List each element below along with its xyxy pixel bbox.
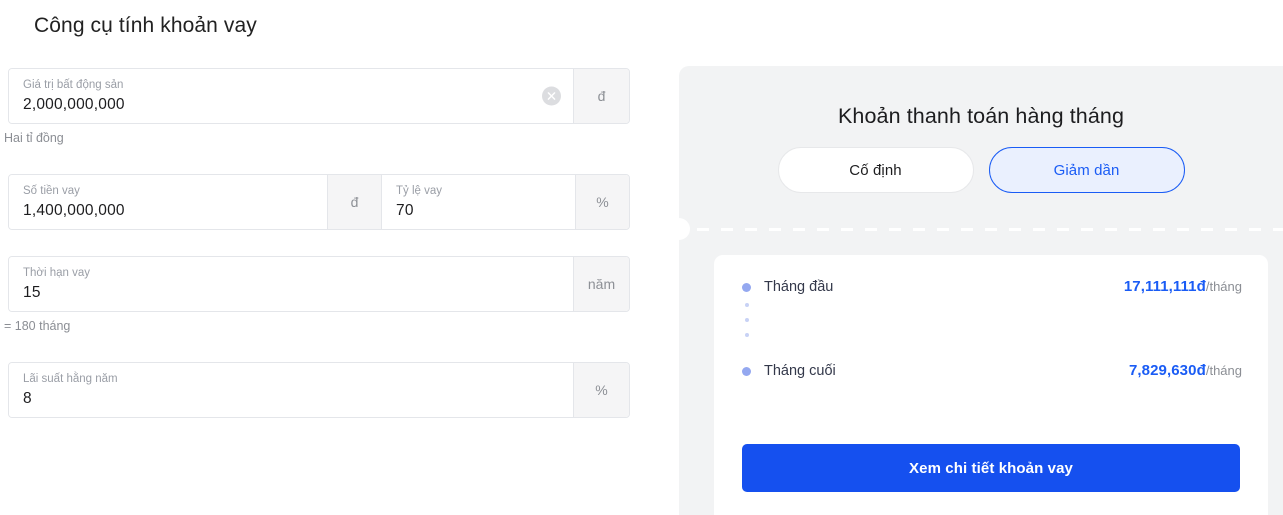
loan-ratio-label: Tỷ lệ vay xyxy=(396,185,443,197)
interest-rate-suffix: % xyxy=(573,363,629,417)
perforation-notch xyxy=(679,218,690,240)
result-row-first-month: Tháng đầu 17,111,111đ/tháng xyxy=(742,278,1242,296)
interest-rate-label: Lãi suất hằng năm xyxy=(23,373,118,385)
toggle-fixed-payment[interactable]: Cố định xyxy=(777,147,974,193)
loan-term-input[interactable]: Thời hạn vay 15 xyxy=(9,257,573,311)
result-last-month-amount-group: 7,829,630đ/tháng xyxy=(1129,362,1242,380)
loan-amount-label: Số tiền vay xyxy=(23,185,80,197)
progression-dot-icon xyxy=(745,303,749,307)
loan-term-value: 15 xyxy=(23,284,41,301)
property-value-input[interactable]: Giá trị bất động sản 2,000,000,000 xyxy=(9,69,573,123)
loan-calculator-form: Công cụ tính khoản vay Giá trị bất động … xyxy=(0,0,660,515)
result-last-month-unit: /tháng xyxy=(1205,363,1242,378)
payment-type-toggle-group: Cố định Giảm dần xyxy=(679,147,1283,193)
loan-ratio-input[interactable]: Tỷ lệ vay 70 xyxy=(381,175,575,229)
interest-rate-value: 8 xyxy=(23,390,32,407)
bullet-dot-icon xyxy=(742,366,751,376)
monthly-payment-panel: Khoản thanh toán hàng tháng Cố định Giảm… xyxy=(679,66,1283,515)
result-first-month-label: Tháng đầu xyxy=(764,279,834,295)
loan-term-label: Thời hạn vay xyxy=(23,267,90,279)
property-value-suffix: đ xyxy=(573,69,629,123)
page-title: Công cụ tính khoản vay xyxy=(34,14,257,37)
result-first-month-left: Tháng đầu xyxy=(742,279,833,295)
clear-circle-icon[interactable] xyxy=(542,86,561,106)
result-first-month-unit: /tháng xyxy=(1205,279,1242,294)
loan-term-field-row[interactable]: Thời hạn vay 15 năm xyxy=(8,256,630,312)
ticket-perforation-divider xyxy=(679,218,1283,240)
property-value-label: Giá trị bất động sản xyxy=(23,79,124,91)
loan-term-suffix: năm xyxy=(573,257,629,311)
progression-dot-icon xyxy=(745,318,749,322)
property-value-helper-text: Hai tỉ đồng xyxy=(4,131,64,145)
progression-dot-icon xyxy=(745,333,749,337)
result-last-month-label: Tháng cuối xyxy=(764,363,836,379)
loan-amount-input[interactable]: Số tiền vay 1,400,000,000 xyxy=(9,175,327,229)
property-value-value: 2,000,000,000 xyxy=(23,96,125,113)
interest-rate-field-row[interactable]: Lãi suất hằng năm 8 % xyxy=(8,362,630,418)
loan-term-helper-text: = 180 tháng xyxy=(4,319,71,333)
payment-progression-dots xyxy=(745,303,749,337)
loan-amount-value: 1,400,000,000 xyxy=(23,202,125,219)
result-first-month-amount-group: 17,111,111đ/tháng xyxy=(1124,278,1242,296)
result-first-month-amount: 17,111,111đ xyxy=(1123,278,1206,295)
loan-ratio-suffix: % xyxy=(575,175,629,229)
loan-amount-field-row[interactable]: Số tiền vay 1,400,000,000 đ Tỷ lệ vay 70… xyxy=(8,174,630,230)
payment-result-card: Tháng đầu 17,111,111đ/tháng Tháng cuối 7… xyxy=(714,255,1268,515)
bullet-dot-icon xyxy=(742,282,751,292)
perforation-dashed-line xyxy=(697,228,1283,231)
property-value-field-row[interactable]: Giá trị bất động sản 2,000,000,000 đ xyxy=(8,68,630,124)
loan-ratio-value: 70 xyxy=(396,202,414,219)
result-last-month-left: Tháng cuối xyxy=(742,363,836,379)
interest-rate-input[interactable]: Lãi suất hằng năm 8 xyxy=(9,363,573,417)
result-row-last-month: Tháng cuối 7,829,630đ/tháng xyxy=(742,362,1242,380)
panel-title: Khoản thanh toán hàng tháng xyxy=(837,104,1125,128)
loan-amount-suffix: đ xyxy=(327,175,381,229)
view-loan-details-button[interactable]: Xem chi tiết khoản vay xyxy=(742,444,1240,492)
result-last-month-amount: 7,829,630đ xyxy=(1128,362,1206,379)
toggle-decreasing-payment[interactable]: Giảm dần xyxy=(988,147,1185,193)
